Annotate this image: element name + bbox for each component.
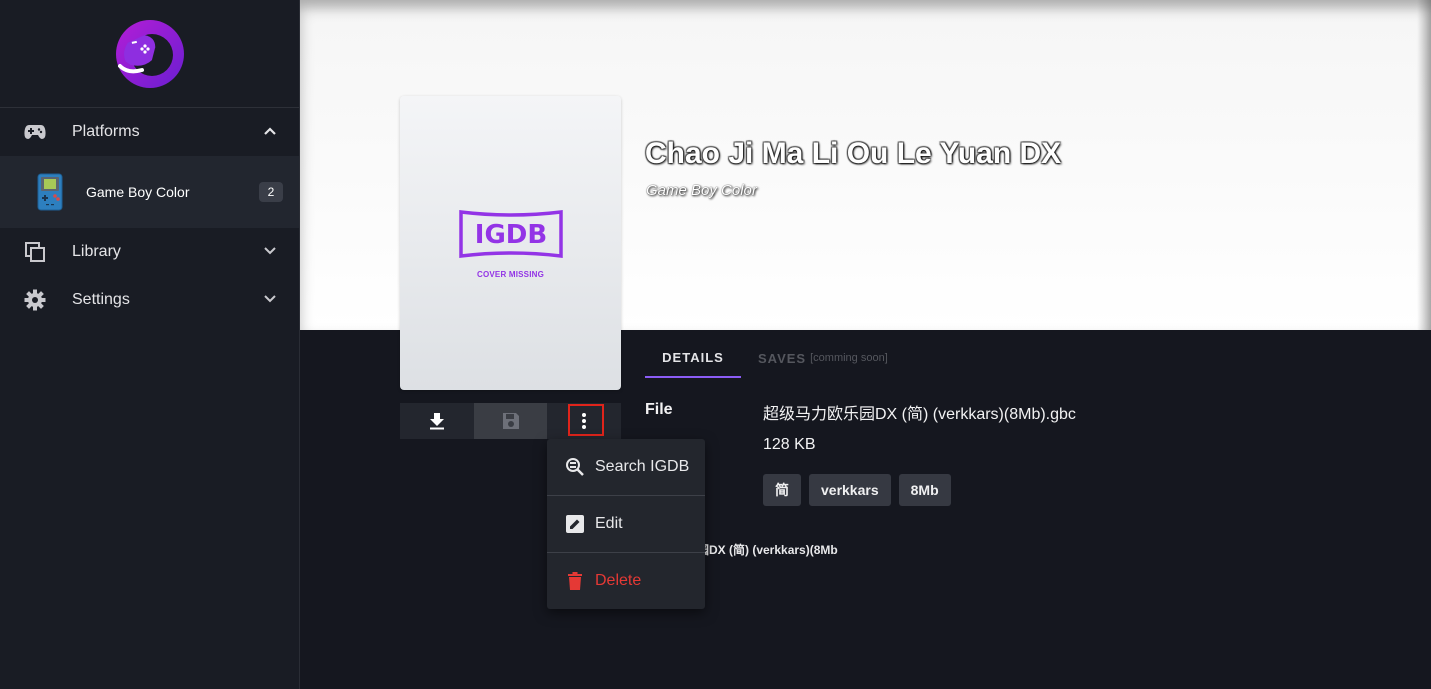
download-icon — [429, 413, 444, 430]
menu-item-label: Edit — [595, 515, 623, 532]
game-boy-color-icon — [37, 173, 63, 211]
cover-missing-label: COVER MISSING — [476, 269, 545, 279]
chevron-up-icon — [264, 127, 276, 135]
romm-logo-icon[interactable] — [114, 18, 186, 90]
game-action-bar — [400, 403, 622, 439]
gear-icon — [24, 289, 46, 311]
game-platform-subtitle: Game Boy Color — [646, 182, 757, 199]
game-cover[interactable]: IGDB COVER MISSING — [400, 96, 621, 390]
platform-count-badge: 2 — [259, 182, 283, 202]
library-stack-icon — [24, 241, 46, 263]
nav-settings-label: Settings — [72, 291, 130, 308]
game-title: Chao Ji Ma Li Ou Le Yuan DX — [645, 137, 1062, 170]
tab-details[interactable]: DETAILS — [645, 338, 741, 378]
tag-chip: 8Mb — [898, 474, 951, 506]
nav-library-label: Library — [72, 243, 121, 260]
menu-item-label: Delete — [595, 572, 642, 589]
game-context-menu: Search IGDB Edit Delete — [547, 439, 705, 609]
nav-platforms-label: Platforms — [72, 123, 140, 140]
floppy-disk-icon — [502, 413, 519, 429]
logo-area — [0, 0, 299, 108]
menu-item-delete[interactable]: Delete — [547, 553, 705, 609]
nav-settings[interactable]: Settings — [0, 276, 299, 324]
gamepad-icon — [24, 121, 46, 143]
main-content: IGDB COVER MISSING Chao Ji Ma Li Ou Le Y… — [300, 0, 1431, 689]
file-size: 128 KB — [763, 436, 816, 453]
save-button[interactable] — [473, 403, 548, 439]
sidebar: Platforms Game Boy Color 2 Library Setti… — [0, 0, 300, 689]
rom-name-text: 乐园DX (简) (verkkars)(8Mb — [685, 543, 838, 557]
download-button[interactable] — [400, 403, 474, 439]
menu-item-label: Search IGDB — [595, 458, 690, 475]
igdb-logo-text: IGDB — [474, 220, 546, 250]
nav-library[interactable]: Library — [0, 228, 299, 276]
file-name: 超级马力欧乐园DX (简) (verkkars)(8Mb).gbc — [763, 406, 1076, 423]
tab-saves-label: SAVES — [758, 350, 807, 366]
detail-tabs: DETAILS SAVES [comming soon] — [645, 338, 905, 378]
tag-list: 简 verkkars 8Mb — [763, 474, 951, 506]
trash-icon — [565, 571, 585, 591]
chevron-down-icon — [264, 295, 276, 303]
tab-saves[interactable]: SAVES [comming soon] — [741, 338, 905, 378]
chevron-down-icon — [264, 247, 276, 255]
focus-highlight — [568, 404, 605, 436]
tag-chip: 简 — [763, 474, 801, 506]
tab-saves-note: [comming soon] — [810, 352, 888, 364]
platform-item-label: Game Boy Color — [86, 184, 190, 200]
tag-chip: verkkars — [809, 474, 891, 506]
menu-item-edit[interactable]: Edit — [547, 496, 705, 552]
platform-item-game-boy-color[interactable]: Game Boy Color 2 — [0, 156, 299, 228]
search-database-icon — [565, 457, 585, 477]
edit-pencil-icon — [565, 514, 585, 534]
file-label: File — [645, 401, 673, 418]
igdb-logo: IGDB — [458, 209, 563, 258]
more-options-button[interactable] — [547, 403, 622, 439]
menu-item-search-igdb[interactable]: Search IGDB — [547, 439, 705, 495]
nav-platforms[interactable]: Platforms — [0, 108, 299, 156]
